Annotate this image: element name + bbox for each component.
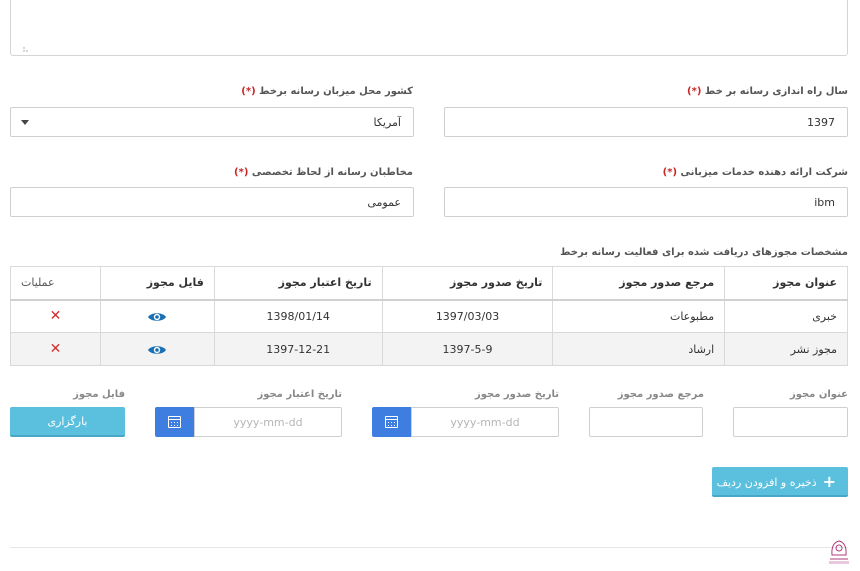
table-header-row: عنوان مجوز مرجع صدور مجوز تاریخ صدور مجو… — [10, 266, 848, 301]
col-title: عنوان مجوز — [724, 266, 848, 301]
host-country-value: آمریکا — [373, 116, 401, 129]
form-issuer-label: مرجع صدور مجوز — [617, 389, 704, 400]
hosting-company-value: ibm — [814, 196, 835, 209]
col-issuer: مرجع صدور مجوز — [552, 266, 726, 301]
save-add-row-label: ذخیره و افزودن ردیف — [716, 476, 817, 489]
issue-date-placeholder: yyyy-mm-dd — [450, 416, 520, 429]
calendar-icon — [168, 416, 181, 428]
form-title-label: عنوان مجوز — [789, 389, 848, 400]
table-row: خبری مطبوعات 1397/03/03 1398/01/14 ✕ — [10, 299, 848, 333]
cell-file — [99, 299, 215, 333]
form-issue-date-label: تاریخ صدور مجوز — [474, 389, 559, 400]
form-issue-date-input[interactable]: yyyy-mm-dd — [411, 407, 559, 437]
hosting-company-field[interactable]: ibm — [444, 187, 848, 217]
issue-date-calendar-button[interactable] — [372, 407, 411, 437]
cell-file — [99, 332, 215, 366]
form-file-label: فایل مجوز — [73, 389, 125, 400]
cell-expiry-date: 1397-12-21 — [213, 332, 383, 366]
audience-value: عمومی — [367, 196, 401, 209]
expiry-date-calendar-button[interactable] — [155, 407, 194, 437]
calendar-icon — [385, 416, 398, 428]
col-file: فایل مجوز — [99, 266, 215, 301]
chevron-down-icon — [21, 120, 29, 125]
host-country-label: کشور محل میزبان رسانه برخط (*) — [241, 86, 413, 97]
form-expiry-date-input[interactable]: yyyy-mm-dd — [194, 407, 342, 437]
upload-button[interactable]: بارگزاری — [10, 407, 125, 437]
form-expiry-date-label: تاریخ اعتبار مجوز — [257, 389, 342, 400]
launch-year-label: سال راه اندازی رسانه بر خط (*) — [687, 86, 848, 97]
col-expiry-date: تاریخ اعتبار مجوز — [213, 266, 383, 301]
cell-issue-date: 1397/03/03 — [381, 299, 554, 333]
cell-title: مجوز نشر — [724, 332, 848, 366]
save-add-row-button[interactable]: + ذخیره و افزودن ردیف — [712, 467, 848, 497]
cell-expiry-date: 1398/01/14 — [213, 299, 383, 333]
permits-table: عنوان مجوز مرجع صدور مجوز تاریخ صدور مجو… — [10, 266, 848, 366]
permits-section-title: مشخصات مجوزهای دریافت شده برای فعالیت رس… — [560, 247, 848, 258]
col-ops: عملیات — [10, 266, 101, 301]
cell-title: خبری — [724, 299, 848, 333]
description-textarea[interactable] — [10, 0, 848, 56]
launch-year-field[interactable]: 1397 — [444, 107, 848, 137]
col-issue-date: تاریخ صدور مجوز — [381, 266, 554, 301]
host-country-select[interactable]: آمریکا — [10, 107, 414, 137]
audience-label: مخاطبان رسانه از لحاظ تخصصی (*) — [234, 167, 413, 178]
resize-grip-icon[interactable] — [23, 46, 31, 52]
cell-ops: ✕ — [10, 332, 101, 366]
cell-issuer: مطبوعات — [552, 299, 726, 333]
divider — [10, 547, 848, 548]
form-issuer-input[interactable] — [589, 407, 703, 437]
eye-icon[interactable] — [147, 311, 167, 323]
form-title-input[interactable] — [733, 407, 848, 437]
cell-ops: ✕ — [10, 299, 101, 333]
table-row: مجوز نشر ارشاد 1397-5-9 1397-12-21 ✕ — [10, 332, 848, 366]
logo-icon — [829, 540, 849, 564]
expiry-date-placeholder: yyyy-mm-dd — [233, 416, 303, 429]
delete-icon[interactable]: ✕ — [50, 308, 62, 324]
delete-icon[interactable]: ✕ — [50, 341, 62, 357]
cell-issue-date: 1397-5-9 — [381, 332, 554, 366]
plus-icon: + — [822, 472, 836, 491]
launch-year-value: 1397 — [807, 116, 835, 129]
cell-issuer: ارشاد — [552, 332, 726, 366]
audience-field[interactable]: عمومی — [10, 187, 414, 217]
hosting-company-label: شرکت ارائه دهنده خدمات میزبانی (*) — [662, 167, 848, 178]
eye-icon[interactable] — [147, 344, 167, 356]
